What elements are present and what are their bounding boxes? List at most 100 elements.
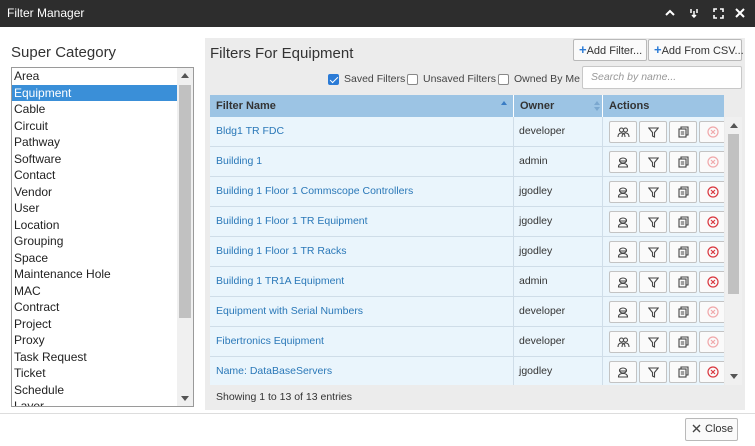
super-category-list[interactable]: Area Equipment Cable Circuit Pathway Software… <box>11 67 194 407</box>
table-row[interactable]: Fibertronics Equipment developer <box>210 327 724 357</box>
share-button[interactable] <box>609 151 637 173</box>
table-row[interactable]: Building 1 TR1A Equipment admin <box>210 267 724 297</box>
copy-button[interactable] <box>669 121 697 143</box>
table-row[interactable]: Building 1 Floor 1 TR Racks jgodley <box>210 237 724 267</box>
share-button[interactable] <box>609 181 637 203</box>
apply-filter-button[interactable] <box>639 151 667 173</box>
close-button[interactable]: Close <box>685 418 738 441</box>
list-item[interactable]: MAC <box>12 283 178 300</box>
delete-button[interactable] <box>699 301 724 323</box>
share-button[interactable] <box>609 121 637 143</box>
list-item[interactable]: Grouping <box>12 233 178 250</box>
filter-name-link[interactable]: Building 1 TR1A Equipment <box>216 267 344 296</box>
copy-button[interactable] <box>669 151 697 173</box>
table-row[interactable]: Building 1 Floor 1 Commscope Controllers… <box>210 177 724 207</box>
chevron-up-icon[interactable] <box>661 4 679 22</box>
column-filter-name[interactable]: Filter Name <box>210 95 513 117</box>
list-item[interactable]: Layer <box>12 398 178 406</box>
minimize-icon[interactable] <box>685 4 703 22</box>
share-button[interactable] <box>609 271 637 293</box>
copy-button[interactable] <box>669 271 697 293</box>
list-item[interactable]: Circuit <box>12 118 178 135</box>
delete-button[interactable] <box>699 361 724 383</box>
list-item[interactable]: Location <box>12 217 178 234</box>
sort-asc-icon[interactable] <box>501 100 507 112</box>
list-item[interactable]: Space <box>12 250 178 267</box>
list-item[interactable]: Project <box>12 316 178 333</box>
list-item[interactable]: Contract <box>12 299 178 316</box>
delete-button[interactable] <box>699 121 724 143</box>
checkbox-icon[interactable] <box>407 73 418 85</box>
scroll-thumb[interactable] <box>179 85 191 318</box>
delete-button[interactable] <box>699 331 724 353</box>
close-icon[interactable] <box>731 4 749 22</box>
delete-button[interactable] <box>699 151 724 173</box>
apply-filter-button[interactable] <box>639 361 667 383</box>
apply-filter-button[interactable] <box>639 331 667 353</box>
add-filter-button[interactable]: +Add Filter... <box>573 39 647 61</box>
copy-button[interactable] <box>669 211 697 233</box>
filter-name-link[interactable]: Building 1 Floor 1 TR Racks <box>216 237 347 266</box>
share-button[interactable] <box>609 331 637 353</box>
list-item[interactable]: Task Request <box>12 349 178 366</box>
super-category-scrollbar[interactable] <box>177 68 193 406</box>
scroll-down-icon[interactable] <box>181 396 189 401</box>
apply-filter-button[interactable] <box>639 211 667 233</box>
copy-button[interactable] <box>669 301 697 323</box>
list-item[interactable]: Area <box>12 68 178 85</box>
list-item[interactable]: User <box>12 200 178 217</box>
list-item[interactable]: Schedule <box>12 382 178 399</box>
add-from-csv-button[interactable]: +Add From CSV... <box>648 39 744 61</box>
filter-name-link[interactable]: Building 1 <box>216 147 262 176</box>
checkbox-icon[interactable] <box>328 73 339 85</box>
copy-button[interactable] <box>669 241 697 263</box>
apply-filter-button[interactable] <box>639 181 667 203</box>
owned-by-me-checkbox[interactable]: Owned By Me <box>498 72 580 86</box>
delete-button[interactable] <box>699 211 724 233</box>
scroll-up-icon[interactable] <box>181 73 189 78</box>
list-item[interactable]: Vendor <box>12 184 178 201</box>
scroll-thumb[interactable] <box>728 134 739 294</box>
table-row[interactable]: Name: DataBaseServers jgodley <box>210 357 724 385</box>
column-owner[interactable]: Owner <box>513 95 602 117</box>
list-item[interactable]: Contact <box>12 167 178 184</box>
list-item[interactable]: Cable <box>12 101 178 118</box>
filter-name-link[interactable]: Bldg1 TR FDC <box>216 117 284 146</box>
scroll-down-icon[interactable] <box>730 374 738 379</box>
filter-name-link[interactable]: Building 1 Floor 1 TR Equipment <box>216 207 368 236</box>
list-item[interactable]: Proxy <box>12 332 178 349</box>
delete-button[interactable] <box>699 241 724 263</box>
delete-button[interactable] <box>699 271 724 293</box>
filter-name-link[interactable]: Name: DataBaseServers <box>216 357 332 385</box>
apply-filter-button[interactable] <box>639 301 667 323</box>
apply-filter-button[interactable] <box>639 121 667 143</box>
saved-filters-checkbox[interactable]: Saved Filters <box>328 72 405 86</box>
apply-filter-button[interactable] <box>639 241 667 263</box>
checkbox-icon[interactable] <box>498 73 509 85</box>
filter-name-link[interactable]: Equipment with Serial Numbers <box>216 297 363 326</box>
unsaved-filters-checkbox[interactable]: Unsaved Filters <box>407 72 496 86</box>
search-input[interactable]: Search by name... <box>582 66 742 89</box>
scroll-up-icon[interactable] <box>730 123 738 128</box>
copy-button[interactable] <box>669 361 697 383</box>
sort-both-icon[interactable] <box>594 100 600 112</box>
table-row[interactable]: Bldg1 TR FDC developer <box>210 117 724 147</box>
list-item[interactable]: Equipment <box>12 84 178 101</box>
table-row[interactable]: Building 1 admin <box>210 147 724 177</box>
share-button[interactable] <box>609 241 637 263</box>
table-scrollbar[interactable] <box>725 117 742 385</box>
share-button[interactable] <box>609 301 637 323</box>
filter-name-link[interactable]: Fibertronics Equipment <box>216 327 324 356</box>
copy-button[interactable] <box>669 181 697 203</box>
list-item[interactable]: Software <box>12 151 178 168</box>
delete-button[interactable] <box>699 181 724 203</box>
maximize-icon[interactable] <box>709 4 727 22</box>
list-item[interactable]: Pathway <box>12 134 178 151</box>
share-button[interactable] <box>609 211 637 233</box>
table-row[interactable]: Building 1 Floor 1 TR Equipment jgodley <box>210 207 724 237</box>
list-item[interactable]: Ticket <box>12 365 178 382</box>
list-item[interactable]: Maintenance Hole <box>12 266 178 283</box>
filter-name-link[interactable]: Building 1 Floor 1 Commscope Controllers <box>216 177 413 206</box>
apply-filter-button[interactable] <box>639 271 667 293</box>
copy-button[interactable] <box>669 331 697 353</box>
